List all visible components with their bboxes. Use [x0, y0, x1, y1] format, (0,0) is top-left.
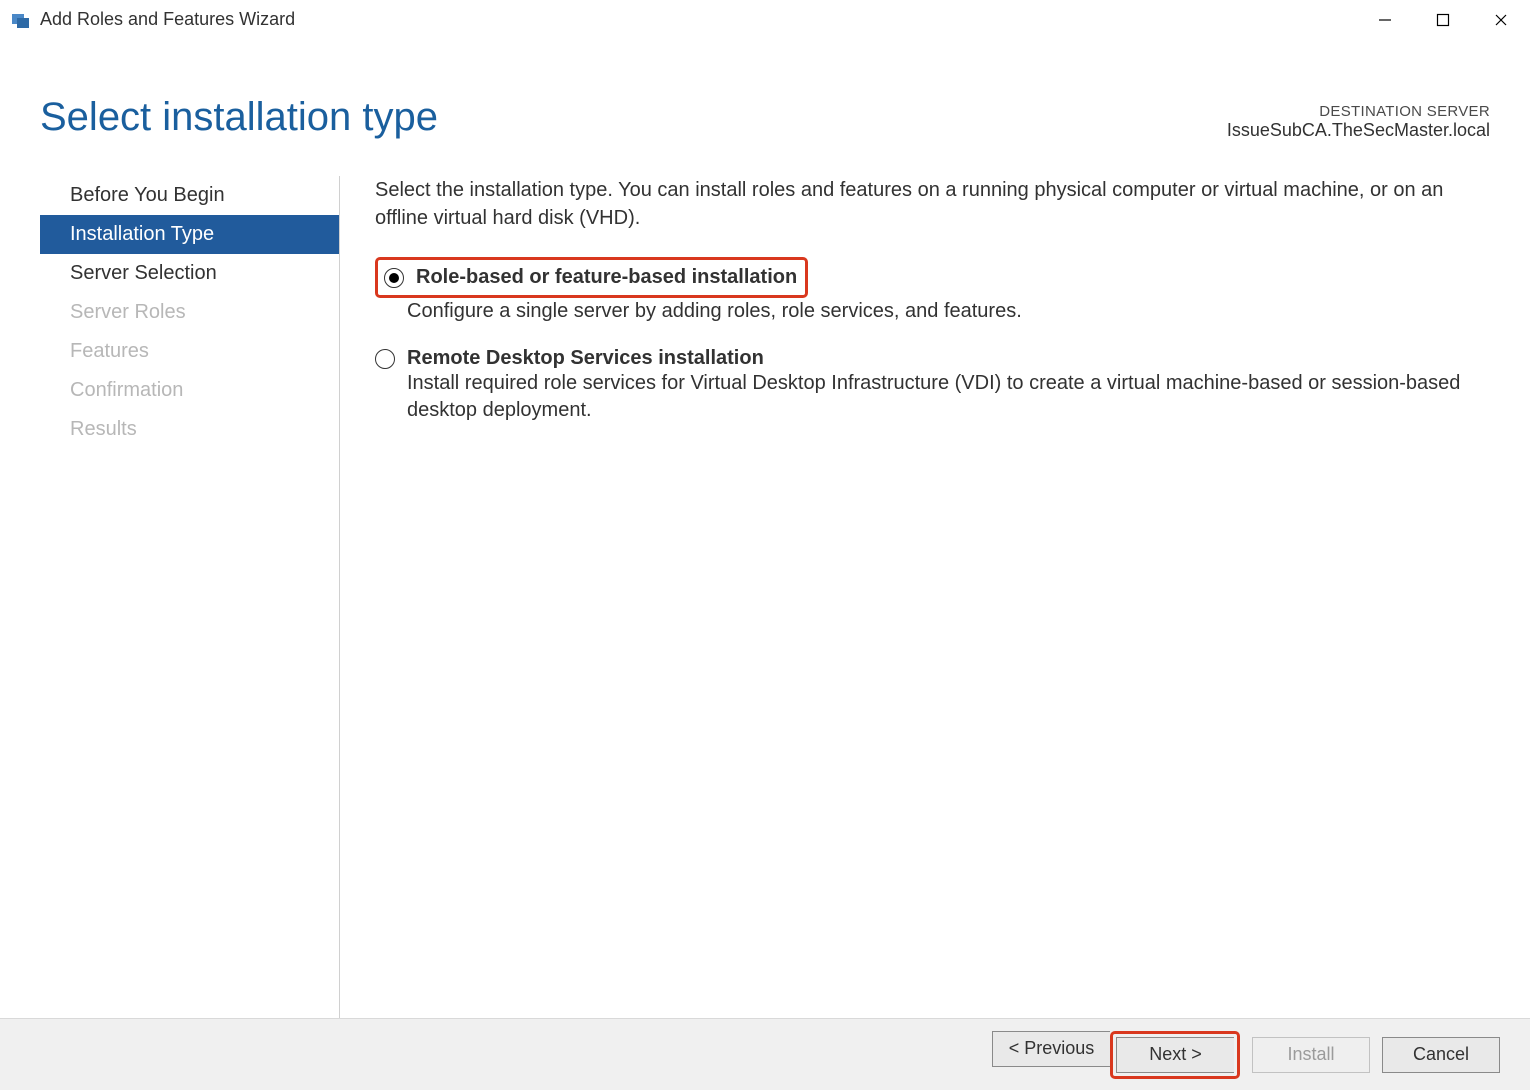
cancel-button[interactable]: Cancel	[1382, 1037, 1500, 1073]
radio-role-based[interactable]	[384, 268, 404, 288]
footer: < Previous Next > Install Cancel	[0, 1018, 1530, 1090]
step-features: Features	[40, 332, 339, 371]
option-title: Role-based or feature-based installation	[416, 266, 797, 289]
radio-rds[interactable]	[375, 349, 395, 369]
wizard-sidebar: Before You Begin Installation Type Serve…	[40, 176, 340, 1018]
window-controls	[1356, 0, 1530, 39]
step-results: Results	[40, 410, 339, 449]
option-role-based[interactable]: Role-based or feature-based installation…	[375, 257, 1490, 325]
destination-block: DESTINATION SERVER IssueSubCA.TheSecMast…	[1227, 103, 1490, 141]
minimize-button[interactable]	[1356, 0, 1414, 39]
next-button[interactable]: Next >	[1116, 1037, 1234, 1073]
option-description: Install required role services for Virtu…	[407, 370, 1490, 424]
step-before-you-begin[interactable]: Before You Begin	[40, 176, 339, 215]
content: Before You Begin Installation Type Serve…	[0, 151, 1530, 1018]
titlebar: Add Roles and Features Wizard	[0, 0, 1530, 40]
main-panel: Select the installation type. You can in…	[340, 176, 1490, 1018]
intro-text: Select the installation type. You can in…	[375, 176, 1490, 232]
option-title: Remote Desktop Services installation	[407, 347, 764, 370]
window-title: Add Roles and Features Wizard	[40, 9, 295, 30]
header: Select installation type DESTINATION SER…	[0, 40, 1530, 151]
nav-button-group: < Previous Next >	[992, 1031, 1240, 1079]
step-installation-type[interactable]: Installation Type	[40, 215, 339, 254]
step-server-selection[interactable]: Server Selection	[40, 254, 339, 293]
install-button: Install	[1252, 1037, 1370, 1073]
close-button[interactable]	[1472, 0, 1530, 39]
page-title: Select installation type	[40, 95, 438, 140]
wizard-icon	[10, 9, 32, 31]
option-description: Configure a single server by adding role…	[407, 298, 1490, 325]
step-confirmation: Confirmation	[40, 371, 339, 410]
option-highlight: Role-based or feature-based installation	[375, 257, 808, 298]
option-rds[interactable]: Remote Desktop Services installation Ins…	[375, 347, 1490, 424]
next-highlight: Next >	[1110, 1031, 1240, 1079]
step-server-roles: Server Roles	[40, 293, 339, 332]
destination-label: DESTINATION SERVER	[1227, 103, 1490, 120]
maximize-button[interactable]	[1414, 0, 1472, 39]
previous-button[interactable]: < Previous	[992, 1031, 1110, 1067]
destination-server: IssueSubCA.TheSecMaster.local	[1227, 120, 1490, 141]
